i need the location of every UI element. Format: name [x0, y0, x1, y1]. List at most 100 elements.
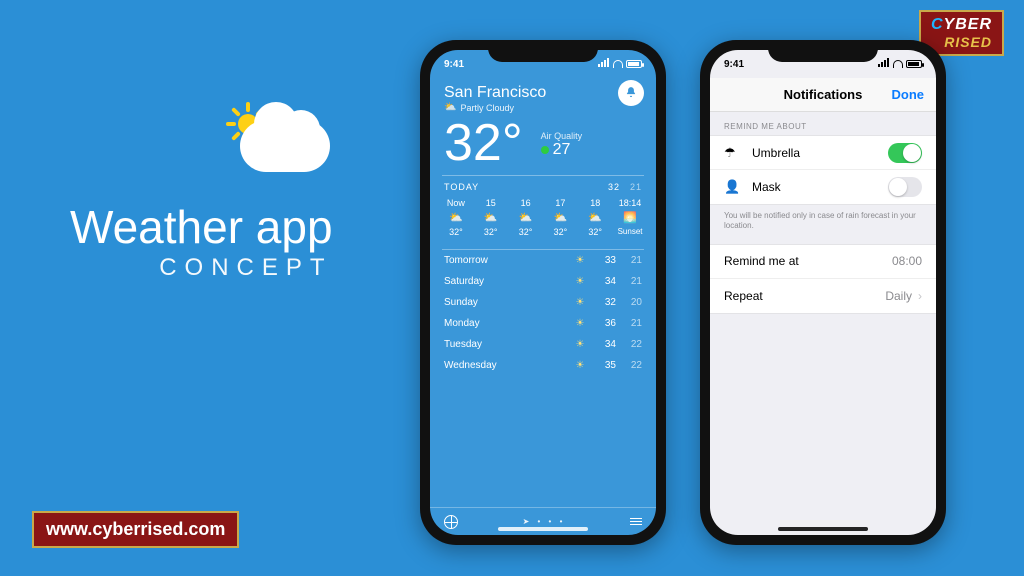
status-time: 9:41	[724, 59, 744, 70]
hour-time: 16	[521, 198, 531, 208]
app-title: Weather app	[70, 200, 333, 254]
cloud-icon	[240, 120, 330, 172]
app-subtitle: CONCEPT	[70, 254, 333, 282]
day-row: Monday☀3621	[444, 313, 642, 334]
repeat-cell[interactable]: Repeat Daily ›	[710, 279, 936, 313]
hour-item: 15⛅32°	[477, 198, 505, 237]
hour-item: Now ⛅ 32°	[442, 198, 470, 237]
day-name: Monday	[444, 318, 570, 329]
day-high: 34	[590, 276, 616, 287]
partly-cloudy-icon: ⛅	[519, 211, 533, 224]
notch	[768, 40, 878, 62]
remind-label: Remind me at	[724, 254, 892, 268]
hour-time: 18	[590, 198, 600, 208]
day-low: 20	[616, 297, 642, 308]
mask-switch[interactable]	[888, 177, 922, 197]
air-quality: Air Quality 27	[541, 131, 583, 159]
day-high: 35	[590, 360, 616, 371]
umbrella-icon: ☂	[724, 145, 742, 161]
umbrella-cell[interactable]: ☂ Umbrella	[710, 136, 936, 170]
phone-notifications: 9:41 Notifications Done REMIND ME ABOUT …	[700, 40, 946, 545]
sunny-icon: ☀	[570, 318, 590, 329]
footnote: You will be notified only in case of rai…	[710, 205, 936, 244]
day-name: Saturday	[444, 276, 570, 287]
status-icons	[598, 58, 642, 70]
page-indicator: ➤ • • •	[523, 517, 566, 526]
brand-c: C	[931, 16, 944, 33]
mask-cell[interactable]: 👤 Mask	[710, 170, 936, 204]
mask-label: Mask	[752, 180, 888, 194]
title-block: Weather app CONCEPT	[70, 100, 333, 282]
hour-item: 18⛅32°	[581, 198, 609, 237]
hour-time: 18:14	[619, 198, 642, 208]
battery-icon	[906, 60, 922, 68]
hour-temp: 32°	[554, 227, 568, 237]
nav-title: Notifications	[784, 87, 863, 102]
hour-temp: 32°	[519, 227, 533, 237]
today-label: TODAY	[444, 182, 479, 192]
aq-label: Air Quality	[541, 131, 583, 141]
sunny-icon: ☀	[570, 297, 590, 308]
phone-weather: 9:41 San Francisco ⛅ Partly Cloudy 32° A…	[420, 40, 666, 545]
globe-icon[interactable]	[444, 515, 458, 529]
hour-time: Now	[447, 198, 465, 208]
today-header: TODAY 32 21	[430, 176, 656, 196]
partly-cloudy-icon: ⛅	[449, 211, 463, 224]
mask-icon: 👤	[724, 179, 742, 195]
day-name: Tomorrow	[444, 255, 570, 266]
day-row: Wednesday☀3522	[444, 355, 642, 376]
sunny-icon: ☀	[570, 255, 590, 266]
sunny-icon: ☀	[570, 360, 590, 371]
day-low: 21	[616, 255, 642, 266]
weather-header: San Francisco ⛅ Partly Cloudy	[430, 78, 656, 117]
day-name: Sunday	[444, 297, 570, 308]
website-url: www.cyberrised.com	[32, 511, 239, 548]
status-icons	[878, 58, 922, 70]
day-low: 21	[616, 276, 642, 287]
repeat-value: Daily	[885, 289, 912, 303]
hourly-forecast[interactable]: Now ⛅ 32° 15⛅32° 16 ⛅ 32° 17⛅32° 18⛅32° 18:1…	[430, 196, 656, 243]
day-name: Wednesday	[444, 360, 570, 371]
hour-temp: 32°	[449, 227, 463, 237]
current-temperature: 32°	[444, 117, 523, 169]
temp-row: 32° Air Quality 27	[430, 117, 656, 169]
hour-time: 17	[555, 198, 565, 208]
day-high: 32	[590, 297, 616, 308]
day-row: Tuesday☀3422	[444, 334, 642, 355]
day-low: 22	[616, 360, 642, 371]
brand-rest: YBER	[944, 16, 992, 33]
hour-temp: 32°	[588, 227, 602, 237]
aq-value: 27	[553, 141, 571, 159]
sun-cloud-icon	[220, 100, 340, 190]
hour-item: 17⛅32°	[546, 198, 574, 237]
condition-text: Partly Cloudy	[460, 103, 514, 113]
signal-icon	[598, 58, 610, 70]
repeat-label: Repeat	[724, 289, 885, 303]
done-button[interactable]: Done	[892, 87, 925, 102]
home-indicator[interactable]	[498, 527, 588, 531]
day-low: 21	[616, 318, 642, 329]
daily-forecast[interactable]: Tomorrow☀3321 Saturday☀3421 Sunday☀3220 …	[430, 250, 656, 382]
brand-line2: RISED	[931, 34, 992, 50]
day-high: 36	[590, 318, 616, 329]
bell-icon	[624, 86, 638, 100]
list-button[interactable]	[630, 518, 642, 526]
condition-row: ⛅ Partly Cloudy	[444, 102, 642, 113]
hour-item: 16 ⛅ 32°	[512, 198, 540, 237]
remind-time-cell[interactable]: Remind me at 08:00	[710, 245, 936, 279]
section-label: REMIND ME ABOUT	[710, 112, 936, 135]
notch	[488, 40, 598, 62]
notifications-screen: 9:41 Notifications Done REMIND ME ABOUT …	[710, 50, 936, 535]
signal-icon	[878, 58, 890, 70]
wifi-icon	[613, 60, 623, 68]
partly-cloudy-icon: ⛅	[444, 102, 456, 113]
umbrella-switch[interactable]	[888, 143, 922, 163]
wifi-icon	[893, 60, 903, 68]
day-row: Tomorrow☀3321	[444, 250, 642, 271]
day-high: 33	[590, 255, 616, 266]
remind-value: 08:00	[892, 254, 922, 268]
day-name: Tuesday	[444, 339, 570, 350]
home-indicator[interactable]	[778, 527, 868, 531]
nav-bar: Notifications Done	[710, 78, 936, 112]
status-time: 9:41	[444, 59, 464, 70]
